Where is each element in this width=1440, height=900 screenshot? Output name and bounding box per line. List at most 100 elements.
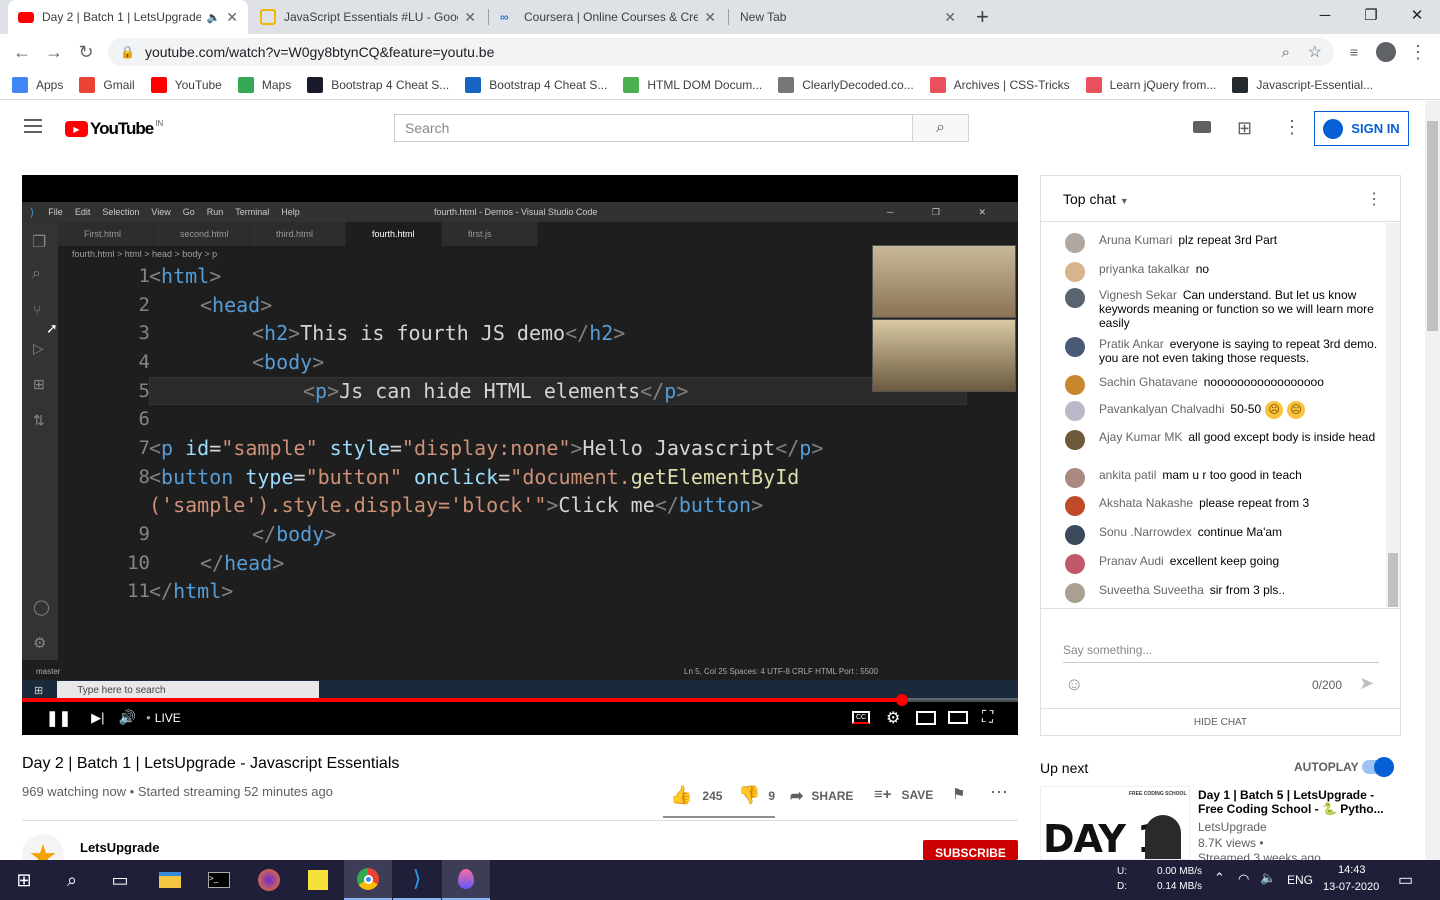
- lock-icon[interactable]: 🔒: [120, 45, 135, 59]
- dislike-button[interactable]: 👎 9: [738, 785, 775, 806]
- media-queue-icon[interactable]: ≡: [1342, 40, 1366, 64]
- bookmark-item[interactable]: YouTube: [150, 76, 222, 93]
- theater-mode-icon[interactable]: [948, 711, 968, 724]
- tab-close-icon[interactable]: ✕: [704, 9, 716, 26]
- settings-more-icon[interactable]: ⋮: [1283, 117, 1301, 138]
- up-next-thumbnail[interactable]: FREE CODING SCHOOL DAY 1: [1040, 786, 1190, 860]
- chat-message[interactable]: Pranav Audi excellent keep going: [1061, 554, 1381, 574]
- chat-avatar[interactable]: [1065, 430, 1085, 450]
- clock-time[interactable]: 14:43: [1338, 864, 1366, 876]
- chat-avatar[interactable]: [1065, 468, 1085, 488]
- chat-avatar[interactable]: [1065, 375, 1085, 395]
- live-label[interactable]: LIVE: [155, 711, 181, 725]
- channel-name[interactable]: LetsUpgrade: [80, 840, 159, 855]
- bookmark-item[interactable]: Apps: [12, 76, 63, 93]
- chat-message[interactable]: Sonu .Narrowdex continue Ma'am: [1061, 525, 1381, 545]
- firefox-icon[interactable]: [245, 860, 293, 900]
- maximize-icon[interactable]: ❐: [1348, 0, 1394, 30]
- file-explorer-icon[interactable]: [146, 860, 194, 900]
- chat-avatar[interactable]: [1065, 525, 1085, 545]
- volume-icon[interactable]: 🔊: [119, 709, 136, 726]
- bookmark-item[interactable]: Archives | CSS-Tricks: [929, 76, 1070, 93]
- page-scrollbar[interactable]: [1425, 101, 1440, 860]
- video-player[interactable]: ⟩ File Edit Selection View Go Run Terminal Help…: [22, 175, 1018, 735]
- language-indicator[interactable]: ENG: [1287, 873, 1313, 887]
- chat-avatar[interactable]: [1065, 262, 1085, 282]
- captions-icon[interactable]: CC: [852, 711, 870, 724]
- wifi-icon[interactable]: ◠: [1238, 871, 1249, 887]
- chat-author[interactable]: Suveetha Suveetha: [1099, 583, 1204, 597]
- browser-tab-youtube[interactable]: Day 2 | Batch 1 | LetsUpgrade 🔈 ✕: [8, 0, 248, 34]
- clock-date[interactable]: 13-07-2020: [1323, 881, 1379, 893]
- chat-message[interactable]: Pratik Ankar everyone is saying to repeat…: [1061, 337, 1381, 365]
- search-input[interactable]: Search: [394, 114, 913, 142]
- browser-tab-slides[interactable]: JavaScript Essentials #LU - Goog ✕: [250, 0, 486, 34]
- chat-message[interactable]: Ajay Kumar MK all good except body is ins…: [1061, 430, 1381, 450]
- bookmark-item[interactable]: Bootstrap 4 Cheat S...: [307, 76, 449, 93]
- browser-tab-coursera[interactable]: ∞ Coursera | Online Courses & Cred ✕: [490, 0, 726, 34]
- close-window-icon[interactable]: ✕: [1394, 0, 1440, 30]
- minimize-icon[interactable]: ─: [1302, 0, 1348, 30]
- bookmark-item[interactable]: Gmail: [79, 76, 135, 93]
- chat-message[interactable]: Pavankalyan Chalvadhi 50-50 ☹ ☹: [1061, 401, 1381, 421]
- save-button[interactable]: ≡+ SAVE: [874, 786, 933, 803]
- new-tab-plus-icon[interactable]: +: [976, 4, 989, 30]
- speaker-icon[interactable]: 🔈: [207, 11, 221, 24]
- chat-author[interactable]: priyanka takalkar: [1099, 262, 1190, 276]
- search-button[interactable]: ⌕: [912, 114, 969, 142]
- chat-author[interactable]: Pratik Ankar: [1099, 337, 1164, 351]
- tab-close-icon[interactable]: ✕: [464, 9, 476, 26]
- report-flag-icon[interactable]: ⚑: [952, 785, 965, 803]
- chat-message[interactable]: Akshata Nakashe please repeat from 3: [1061, 496, 1381, 516]
- autoplay-toggle[interactable]: [1362, 757, 1394, 777]
- chat-scrollbar-thumb[interactable]: [1388, 553, 1398, 607]
- chat-author[interactable]: Akshata Nakashe: [1099, 496, 1193, 510]
- create-video-icon[interactable]: [1193, 121, 1211, 133]
- chat-message[interactable]: Vignesh Sekar Can understand. But let us …: [1061, 288, 1381, 330]
- send-icon[interactable]: ➤: [1359, 673, 1374, 694]
- back-arrow-icon[interactable]: ←: [10, 40, 34, 64]
- taskbar-search-icon[interactable]: ⌕: [48, 860, 96, 900]
- chat-message[interactable]: ankita patil mam u r too good in teach: [1061, 468, 1381, 488]
- chat-avatar[interactable]: [1065, 496, 1085, 516]
- bookmark-item[interactable]: Maps: [237, 76, 291, 93]
- pause-icon[interactable]: ❚❚: [46, 709, 71, 727]
- bookmark-item[interactable]: ClearlyDecoded.co...: [778, 76, 914, 93]
- address-bar[interactable]: 🔒 youtube.com/watch?v=W0gy8btynCQ&featur…: [108, 38, 1334, 66]
- chrome-taskbar-icon[interactable]: [344, 860, 392, 900]
- chat-author[interactable]: Sachin Ghatavane: [1099, 375, 1198, 389]
- chat-scrollbar[interactable]: [1386, 223, 1400, 607]
- chat-more-icon[interactable]: ⋮: [1366, 189, 1382, 209]
- chat-author[interactable]: ankita patil: [1099, 468, 1156, 482]
- browser-tab-newtab[interactable]: New Tab ✕: [730, 0, 966, 34]
- notifications-icon[interactable]: ▭: [1398, 870, 1413, 890]
- volume-tray-icon[interactable]: 🔈: [1260, 870, 1276, 886]
- chat-message-input[interactable]: Say something...: [1063, 643, 1379, 663]
- chat-message[interactable]: priyanka takalkar no: [1061, 262, 1381, 282]
- chat-message[interactable]: Aruna Kumari plz repeat 3rd Part: [1061, 233, 1381, 253]
- chat-avatar[interactable]: [1065, 233, 1085, 253]
- chat-avatar[interactable]: [1065, 583, 1085, 603]
- share-button[interactable]: ➦ SHARE: [790, 786, 853, 806]
- chat-author[interactable]: Sonu .Narrowdex: [1099, 525, 1192, 539]
- settings-gear-icon[interactable]: ⚙: [886, 708, 900, 728]
- sticky-notes-icon[interactable]: [294, 860, 342, 900]
- bookmark-star-icon[interactable]: ☆: [1308, 42, 1322, 62]
- like-button[interactable]: 👍 245: [670, 785, 722, 806]
- chat-avatar[interactable]: [1065, 554, 1085, 574]
- subscribe-button[interactable]: SUBSCRIBE: [923, 840, 1018, 860]
- terminal-icon[interactable]: >_: [195, 860, 243, 900]
- bookmark-item[interactable]: Bootstrap 4 Cheat S...: [465, 76, 607, 93]
- apps-grid-icon[interactable]: ⊞: [1237, 118, 1252, 139]
- sign-in-button[interactable]: SIGN IN: [1314, 111, 1409, 146]
- chat-avatar[interactable]: [1065, 401, 1085, 421]
- hide-chat-button[interactable]: HIDE CHAT: [1041, 708, 1400, 735]
- chat-author[interactable]: Vignesh Sekar: [1099, 288, 1177, 302]
- windows-start-icon[interactable]: ⊞: [0, 860, 48, 900]
- chat-author[interactable]: Ajay Kumar MK: [1099, 430, 1182, 444]
- fullscreen-icon[interactable]: ⛶: [982, 709, 993, 727]
- top-chat-dropdown[interactable]: Top chat ▼: [1063, 191, 1129, 207]
- bookmark-item[interactable]: Learn jQuery from...: [1085, 76, 1216, 93]
- profile-avatar-icon[interactable]: [1374, 40, 1398, 64]
- chrome-menu-icon[interactable]: ⋮: [1406, 40, 1430, 64]
